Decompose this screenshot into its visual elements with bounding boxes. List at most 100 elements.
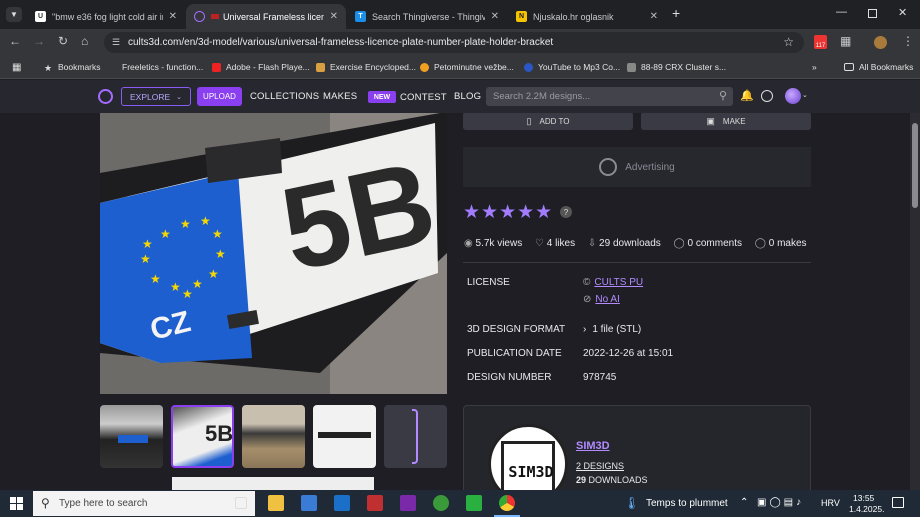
tab-njuskalo[interactable]: N Njuskalo.hr oglasnik ✕ [508, 4, 666, 29]
scrollbar-thumb[interactable] [912, 123, 918, 208]
nav-collections[interactable]: COLLECTIONS [250, 91, 319, 102]
app-icon[interactable] [367, 495, 383, 511]
bookmarks-overflow-icon[interactable]: » [812, 62, 817, 72]
bookmark-adobe[interactable]: Adobe - Flash Playe... [212, 62, 310, 72]
home-icon[interactable]: ⌂ [81, 34, 88, 48]
bookmark-youtube-mp3[interactable]: YouTube to Mp3 Co... [524, 62, 620, 72]
clock-time[interactable]: 13:55 [853, 493, 874, 503]
product-main-image[interactable]: 5B CZ ★ ★ ★ ★ ★ ★ ★ ★ ★ ★ ★ ★ [100, 113, 447, 394]
user-avatar[interactable] [785, 88, 801, 104]
heart-icon[interactable]: ♡ [535, 238, 544, 249]
close-icon[interactable]: ✕ [491, 11, 499, 22]
apps-icon[interactable]: ▦ [12, 62, 21, 73]
language-indicator[interactable]: HRV [821, 498, 840, 508]
windows-start-icon[interactable] [10, 497, 23, 510]
close-window-icon[interactable]: ✕ [898, 6, 907, 19]
license-link[interactable]: CULTS PU [594, 277, 643, 288]
plate-photo: 5B CZ ★★ ★★ ★★★★ ★★★★ [100, 113, 447, 394]
taskbar-search-input[interactable]: ⚲ Type here to search [33, 491, 255, 516]
likes-count: 4 likes [546, 238, 576, 249]
thumb-bracket-side [412, 409, 418, 464]
menu-kebab-icon[interactable]: ⋮ [902, 34, 914, 48]
designer-designs[interactable]: 2 DESIGNS [576, 461, 624, 471]
extensions-icon[interactable]: ▦ [840, 34, 851, 48]
back-icon[interactable]: ← [9, 34, 21, 48]
license-ai[interactable]: ⊘ No AI [583, 294, 620, 305]
thumbnail-4[interactable] [313, 405, 376, 468]
app-icon-4[interactable] [466, 495, 482, 511]
tray-chevron-icon[interactable]: ⌃ [740, 497, 748, 508]
weather-text[interactable]: Temps to plummet [646, 498, 728, 509]
taskbar-search-placeholder: Type here to search [59, 498, 148, 509]
bookmark-exercise[interactable]: Exercise Encycloped... [316, 62, 416, 72]
app-icon-2[interactable] [400, 495, 416, 511]
tray-icons[interactable]: ▣◯▤♪ [757, 497, 804, 508]
thumbnail-2[interactable]: 5B [171, 405, 234, 468]
bookmark-label: All Bookmarks [859, 62, 914, 72]
bell-icon[interactable]: 🔔 [740, 89, 754, 102]
windows-taskbar: ⚲ Type here to search 🌡 Temps to plummet… [0, 490, 920, 517]
license-value[interactable]: © CULTS PU [583, 277, 643, 288]
bookmark-bookmarks[interactable]: ★ Bookmarks [44, 62, 101, 73]
file-explorer-icon[interactable] [268, 495, 284, 511]
bookmark-petominutne[interactable]: Petominutne vežbe... [420, 62, 514, 72]
no-ai-link[interactable]: No AI [595, 294, 619, 305]
minimize-icon[interactable]: — [836, 6, 847, 18]
all-bookmarks[interactable]: All Bookmarks [844, 62, 913, 72]
thumbnail-5[interactable] [384, 405, 447, 468]
clock-date[interactable]: 1.4.2025. [849, 504, 884, 514]
notifications-icon[interactable] [892, 497, 904, 508]
new-tab-icon[interactable]: + [672, 5, 680, 21]
format-value[interactable]: › 1 file (STL) [583, 324, 641, 335]
rating-help-icon[interactable]: ? [560, 206, 572, 218]
tab-search-button[interactable]: ▼ [6, 7, 22, 22]
make-button[interactable]: ▣ MAKE [641, 113, 811, 130]
search-icon[interactable]: ⚲ [719, 89, 727, 102]
youtube-mp3-icon [524, 62, 533, 72]
chevron-down-icon[interactable]: ⌄ [802, 91, 808, 99]
close-icon[interactable]: ✕ [169, 11, 177, 22]
search-icon: ⚲ [41, 496, 50, 510]
cults-logo-icon[interactable] [98, 89, 113, 104]
bookmark-crx[interactable]: 88-89 CRX Cluster s... [627, 62, 726, 72]
tab-bmw[interactable]: U "bmw e36 fog light cold air inta ✕ [27, 4, 185, 29]
upload-button[interactable]: UPLOAD [197, 87, 242, 106]
app-icon-3[interactable] [433, 495, 449, 511]
thumbnail-1[interactable] [100, 405, 163, 468]
page-content: 5B CZ ★ ★ ★ ★ ★ ★ ★ ★ ★ ★ ★ ★ 5B ▯ ADD TO ▣ MAKE Ad… [0, 113, 910, 490]
bookmark-star-icon[interactable]: ☆ [783, 35, 794, 49]
cults-logo-icon [599, 158, 618, 176]
explore-button[interactable]: EXPLORE ⌄ [121, 87, 191, 106]
reload-icon[interactable]: ↻ [58, 34, 68, 48]
tab-thingiverse[interactable]: T Search Thingiverse - Thingiverse ✕ [347, 4, 507, 29]
nav-contest[interactable]: CONTEST [400, 92, 447, 103]
bookmark-freeletics[interactable]: Freeletics - function... [122, 62, 203, 72]
tab-cults[interactable]: Universal Frameless licence ✕ [186, 4, 346, 29]
close-icon[interactable]: ✕ [650, 11, 658, 22]
url-bar[interactable]: ☰ cults3d.com/en/3d-model/various/univer… [104, 32, 804, 53]
adobe-icon [212, 62, 221, 72]
search-input[interactable]: Search 2.2M designs... ⚲ [486, 87, 733, 106]
thumb-plate [118, 435, 148, 443]
calendar-extension-icon[interactable]: 117 [814, 35, 827, 49]
site-info-icon[interactable]: ☰ [112, 37, 120, 48]
task-view-icon[interactable] [235, 497, 247, 509]
design-number-label: DESIGN NUMBER [467, 372, 552, 383]
profile-avatar[interactable] [874, 36, 887, 49]
nav-makes[interactable]: MAKES [323, 91, 357, 102]
chrome-icon[interactable] [499, 495, 515, 511]
downloads-label: DOWNLOADS [588, 475, 648, 485]
maximize-icon[interactable] [868, 9, 877, 18]
close-icon[interactable]: ✕ [330, 11, 338, 22]
forward-icon[interactable]: → [33, 34, 45, 48]
rating-stars[interactable]: ★★★★★ [463, 201, 553, 223]
outlook-icon[interactable] [334, 495, 350, 511]
globe-icon[interactable] [761, 90, 773, 102]
designer-avatar[interactable]: SIM3D [488, 424, 568, 490]
thumbnail-3[interactable] [242, 405, 305, 468]
ms-store-icon[interactable] [301, 495, 317, 511]
add-to-button[interactable]: ▯ ADD TO [463, 113, 633, 130]
designer-name[interactable]: SIM3D [576, 440, 610, 452]
page-scrollbar[interactable] [910, 113, 920, 490]
nav-blog[interactable]: BLOG [454, 91, 481, 102]
